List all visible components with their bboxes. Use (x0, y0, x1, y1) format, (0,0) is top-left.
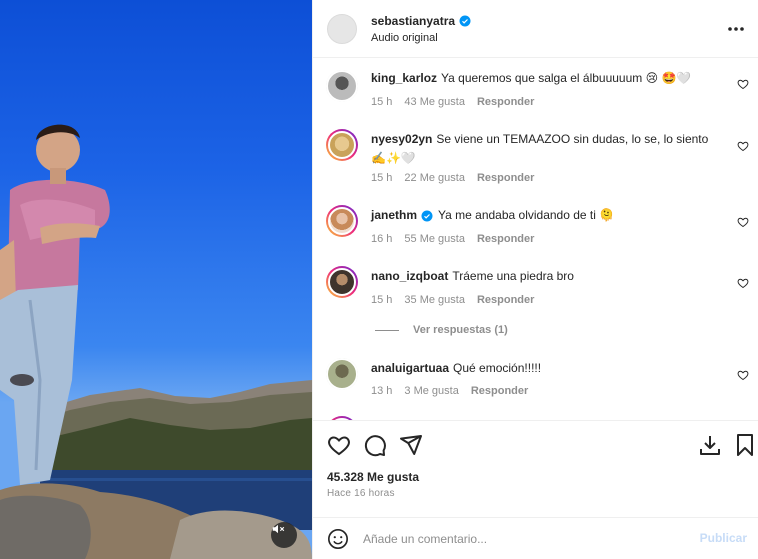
view-replies-label[interactable]: Ver respuestas (1) (413, 324, 508, 336)
comment-input[interactable] (363, 526, 683, 552)
heart-icon[interactable] (737, 277, 749, 289)
reply-button[interactable]: Responder (477, 96, 534, 108)
comment-time[interactable]: 15 h (371, 294, 392, 306)
comment-text: analuigartuaa Qué emoción!!!!! (371, 359, 711, 378)
comment-text: nyesy02yn Se viene un TEMAAZOO sin dudas,… (371, 130, 711, 168)
comment-meta: 15 h 43 Me gusta Responder (371, 96, 534, 108)
audio-label[interactable]: Audio original (371, 32, 438, 44)
comment-text: nano_izqboat Tráeme una piedra bro (371, 267, 711, 286)
replies-divider (375, 329, 399, 331)
heart-icon[interactable] (737, 216, 749, 228)
share-icon[interactable] (399, 433, 423, 457)
comment-username[interactable]: nyesy02yn (371, 132, 432, 146)
comment-body: Ya me andaba olvidando de ti 🫠 (438, 208, 615, 222)
comment-likes[interactable]: 22 Me gusta (404, 172, 465, 184)
comment-icon[interactable] (363, 433, 387, 457)
post-sidebar: sebastianyatra Audio original king_karlo… (312, 0, 758, 559)
comment-meta: 16 h 55 Me gusta Responder (371, 233, 534, 245)
heart-icon[interactable] (737, 78, 749, 90)
add-comment-bar: Publicar (313, 517, 758, 559)
author-username-label[interactable]: sebastianyatra (371, 14, 455, 28)
comment-username[interactable]: analuigartuaa (371, 361, 449, 375)
heart-icon[interactable] (327, 433, 351, 457)
comment-time[interactable]: 16 h (371, 233, 392, 245)
reply-button[interactable]: Responder (477, 233, 534, 245)
comment-time[interactable]: 15 h (371, 172, 392, 184)
bookmark-icon[interactable] (733, 433, 757, 457)
avatar[interactable] (326, 129, 358, 161)
comment-meta: 13 h 3 Me gusta Responder (371, 385, 528, 397)
more-options-icon (728, 27, 744, 31)
author-username[interactable]: sebastianyatra (371, 14, 471, 28)
avatar[interactable] (326, 266, 358, 298)
reply-button[interactable]: Responder (477, 172, 534, 184)
comment-text: king_karloz Ya queremos que salga el álbu… (371, 69, 711, 88)
comment-likes[interactable]: 43 Me gusta (404, 96, 465, 108)
publish-button[interactable]: Publicar (700, 531, 747, 545)
verified-badge-icon (421, 210, 433, 221)
comment-body: Tráeme una piedra bro (452, 269, 574, 283)
avatar[interactable] (326, 358, 358, 390)
avatar[interactable] (327, 14, 357, 44)
comment-likes[interactable]: 35 Me gusta (404, 294, 465, 306)
post-timestamp[interactable]: Hace 16 horas (327, 488, 395, 499)
avatar[interactable] (326, 205, 358, 237)
comment-username[interactable]: janethm (371, 206, 417, 225)
comments-list[interactable]: king_karloz Ya queremos que salga el álbu… (313, 58, 758, 420)
comment-time[interactable]: 15 h (371, 96, 392, 108)
comment-meta: 15 h 22 Me gusta Responder (371, 172, 534, 184)
likes-count[interactable]: 45.328 Me gusta (327, 470, 419, 484)
comment-username[interactable]: king_karloz (371, 71, 437, 85)
avatar[interactable] (326, 70, 358, 102)
comment-time[interactable]: 13 h (371, 385, 392, 397)
comment-likes[interactable]: 3 Me gusta (404, 385, 458, 397)
download-icon[interactable] (698, 433, 722, 457)
view-replies-button[interactable]: Ver respuestas (1) (375, 324, 508, 336)
comment-body: Ya queremos que salga el álbuuuuum 😢 🤩🤍 (441, 71, 692, 85)
verified-badge-icon (459, 15, 471, 27)
heart-icon[interactable] (737, 140, 749, 152)
action-bar (313, 420, 758, 468)
emoji-icon[interactable] (327, 528, 349, 550)
mute-button[interactable] (271, 522, 297, 548)
heart-icon[interactable] (737, 369, 749, 381)
post-media[interactable] (0, 0, 312, 559)
comment-meta: 15 h 35 Me gusta Responder (371, 294, 534, 306)
mute-icon (272, 524, 285, 534)
comment-likes[interactable]: 55 Me gusta (404, 233, 465, 245)
post-header: sebastianyatra Audio original (313, 0, 758, 58)
comment-text: janethm Ya me andaba olvidando de ti 🫠 (371, 206, 711, 225)
more-options-button[interactable] (727, 20, 745, 38)
reply-button[interactable]: Responder (477, 294, 534, 306)
comment-body: Qué emoción!!!!! (453, 361, 542, 375)
comment-username[interactable]: nano_izqboat (371, 269, 448, 283)
reply-button[interactable]: Responder (471, 385, 528, 397)
media-photo (0, 124, 312, 559)
